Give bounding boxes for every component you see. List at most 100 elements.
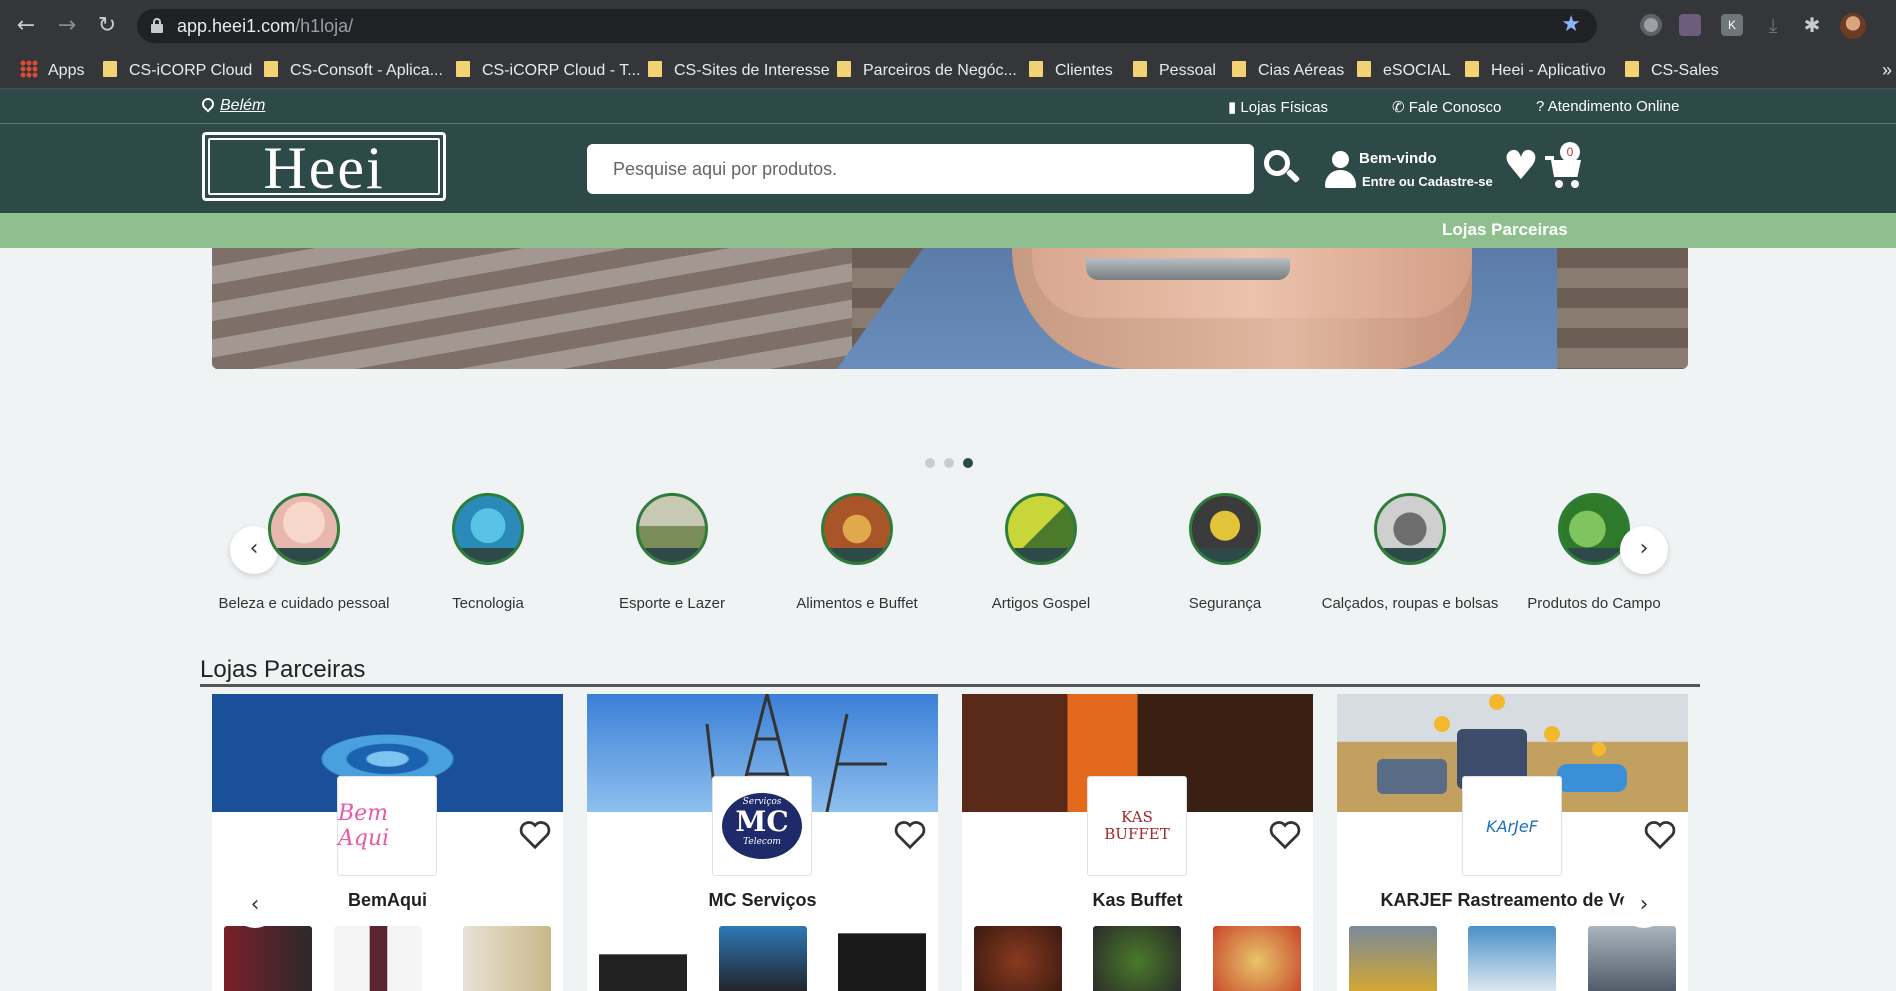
bookmark-folder[interactable]: Heei - Aplicativo: [1465, 52, 1606, 89]
folder-icon: [456, 61, 470, 77]
category-item[interactable]: Beleza e cuidado pessoal: [212, 493, 396, 612]
stores-prev-button[interactable]: ‹: [233, 884, 277, 928]
site-topbar: Belém ▮ Lojas Físicas ✆ Fale Conosco ? A…: [0, 89, 1896, 124]
cart-count-badge: 0: [1560, 142, 1580, 162]
folder-icon: [1133, 61, 1147, 77]
folder-icon: [1465, 61, 1479, 77]
category-item[interactable]: Esporte e Lazer: [580, 493, 764, 612]
favorite-heart-icon[interactable]: [518, 820, 552, 850]
physical-stores-link[interactable]: ▮ Lojas Físicas: [1228, 98, 1328, 116]
phone-icon: ✆: [1392, 99, 1409, 116]
shoes-icon: [1374, 493, 1446, 565]
folder-icon: [264, 61, 278, 77]
category-item[interactable]: Segurança: [1133, 493, 1317, 612]
city-selector[interactable]: Belém: [220, 97, 265, 115]
forward-icon[interactable]: →: [53, 12, 81, 40]
section-divider: [200, 684, 1700, 687]
store-card[interactable]: KArJeF KARJEF Rastreamento de Veíc: [1337, 694, 1688, 991]
product-thumbnail[interactable]: [224, 926, 312, 991]
contact-link[interactable]: ✆ Fale Conosco: [1392, 98, 1501, 116]
help-icon: ?: [1536, 98, 1548, 115]
carousel-dot[interactable]: [944, 458, 954, 468]
bookmarks-bar: Apps CS-iCORP Cloud CS-Consoft - Aplica.…: [0, 52, 1896, 89]
partners-nav-link[interactable]: Lojas Parceiras: [1442, 220, 1568, 240]
bookmark-folder[interactable]: CS-Sites de Interesse: [648, 52, 830, 89]
signin-link[interactable]: Entre ou Cadastre-se: [1362, 174, 1493, 189]
reload-icon[interactable]: ↻: [93, 12, 121, 40]
category-item[interactable]: Artigos Gospel: [949, 493, 1133, 612]
bookmark-star-icon[interactable]: ★: [1561, 12, 1581, 37]
product-thumbnail[interactable]: [1588, 926, 1676, 991]
lock-icon: [151, 18, 163, 33]
store-logo: Serviços MC Telecom: [712, 776, 812, 876]
store-card[interactable]: KAS BUFFET Kas Buffet: [962, 694, 1313, 991]
bookmark-folder[interactable]: Parceiros de Negóc...: [837, 52, 1017, 89]
address-bar[interactable]: app.heei1.com/h1loja/ ★: [137, 9, 1597, 43]
puzzle-icon[interactable]: ✱: [1801, 14, 1823, 36]
product-thumbnail[interactable]: [974, 926, 1062, 991]
store-icon: ▮: [1228, 99, 1241, 116]
bookmark-folder[interactable]: Cias Aéreas: [1232, 52, 1344, 89]
security-icon: [1189, 493, 1261, 565]
bookmark-folder[interactable]: CS-iCORP Cloud: [103, 52, 252, 89]
favorite-heart-icon[interactable]: [893, 820, 927, 850]
stores-next-button[interactable]: ›: [1622, 884, 1666, 928]
carousel-dot-active[interactable]: [963, 458, 973, 468]
apps-grid-icon: [20, 60, 38, 78]
store-name[interactable]: Kas Buffet: [962, 890, 1313, 911]
categories-next-button[interactable]: ›: [1620, 526, 1668, 574]
store-card[interactable]: Bem Aqui BemAqui: [212, 694, 563, 991]
carousel-dot[interactable]: [925, 458, 935, 468]
folder-icon: [1232, 61, 1246, 77]
bookmark-folder[interactable]: Pessoal: [1133, 52, 1216, 89]
folder-icon: [1357, 61, 1371, 77]
online-support-link[interactable]: ? Atendimento Online: [1536, 98, 1679, 115]
browser-toolbar: ← → ↻ app.heei1.com/h1loja/ ★ K ⤓ ✱: [0, 0, 1896, 52]
search-icon[interactable]: [1264, 150, 1301, 186]
extension-icon[interactable]: [1640, 14, 1662, 36]
technology-icon: [452, 493, 524, 565]
favorite-heart-icon[interactable]: [1643, 820, 1677, 850]
bookmark-folder[interactable]: Clientes: [1029, 52, 1113, 89]
bookmark-folder[interactable]: CS-Sales: [1625, 52, 1719, 89]
product-thumbnail[interactable]: [599, 926, 687, 991]
user-icon[interactable]: [1324, 151, 1356, 189]
search-input[interactable]: [587, 144, 1254, 194]
banner-phone: [1086, 258, 1290, 280]
category-item[interactable]: Calçados, roupas e bolsas: [1318, 493, 1502, 612]
product-thumbnail[interactable]: [1468, 926, 1556, 991]
back-icon[interactable]: ←: [12, 12, 40, 40]
profile-avatar[interactable]: [1840, 13, 1866, 39]
url-text[interactable]: app.heei1.com/h1loja/: [177, 16, 353, 37]
extension-icon[interactable]: K: [1721, 14, 1743, 36]
farm-icon: [1558, 493, 1630, 565]
heei-logo[interactable]: Heei: [202, 132, 446, 201]
category-item[interactable]: Alimentos e Buffet: [765, 493, 949, 612]
folder-icon: [1029, 61, 1043, 77]
extension-icon[interactable]: [1679, 14, 1701, 36]
store-name[interactable]: MC Serviços: [587, 890, 938, 911]
product-thumbnail[interactable]: [334, 926, 422, 991]
bookmark-folder[interactable]: CS-Consoft - Aplica...: [264, 52, 443, 89]
more-bookmarks-icon[interactable]: »: [1882, 52, 1892, 89]
bookmark-folder[interactable]: CS-iCORP Cloud - T...: [456, 52, 641, 89]
store-logo: KAS BUFFET: [1087, 776, 1187, 876]
product-thumbnail[interactable]: [463, 926, 551, 991]
favorite-heart-icon[interactable]: [1268, 820, 1302, 850]
folder-icon: [103, 61, 117, 77]
category-item[interactable]: Tecnologia: [396, 493, 580, 612]
welcome-text[interactable]: Bem-vindo: [1359, 150, 1437, 167]
wishlist-heart-icon[interactable]: ♥: [1503, 144, 1539, 188]
bookmark-apps[interactable]: Apps: [20, 52, 84, 89]
product-thumbnail[interactable]: [719, 926, 807, 991]
store-logo: Bem Aqui: [337, 776, 437, 876]
hero-banner[interactable]: [212, 248, 1688, 369]
product-thumbnail[interactable]: [1349, 926, 1437, 991]
store-card[interactable]: Serviços MC Telecom MC Serviços: [587, 694, 938, 991]
product-thumbnail[interactable]: [1213, 926, 1301, 991]
product-thumbnail[interactable]: [838, 926, 926, 991]
site-header: Heei Bem-vindo Entre ou Cadastre-se ♥: [0, 124, 1896, 213]
bookmark-folder[interactable]: eSOCIAL: [1357, 52, 1451, 89]
download-icon[interactable]: ⤓: [1762, 14, 1784, 36]
product-thumbnail[interactable]: [1093, 926, 1181, 991]
